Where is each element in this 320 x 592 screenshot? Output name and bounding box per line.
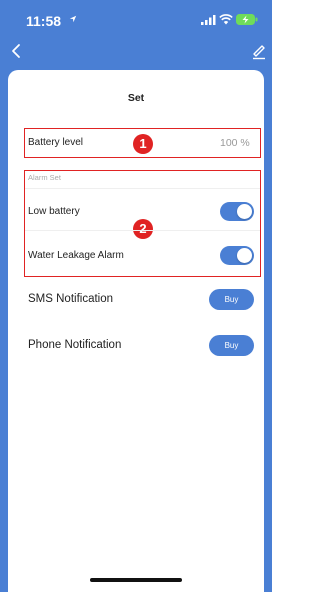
location-arrow-icon — [69, 15, 77, 23]
signal-icon — [201, 15, 216, 25]
sms-notification-label: SMS Notification — [28, 293, 114, 305]
phone-buy-button[interactable]: Buy — [209, 335, 254, 356]
battery-level-value: 100 % — [220, 137, 250, 149]
status-bar: 11:58 — [0, 0, 272, 38]
edit-pencil-icon[interactable] — [251, 42, 267, 60]
low-battery-toggle[interactable] — [220, 202, 254, 221]
divider — [25, 188, 260, 189]
toggle-knob — [237, 248, 252, 263]
toggle-knob — [237, 204, 252, 219]
alarm-set-section-label: Alarm Set — [28, 173, 61, 182]
back-chevron-icon[interactable] — [8, 41, 26, 61]
wifi-icon — [219, 14, 233, 25]
battery-charging-icon — [236, 14, 258, 25]
water-leakage-alarm-label: Water Leakage Alarm — [28, 250, 124, 261]
marker-badge-2: 2 — [133, 219, 153, 239]
low-battery-label: Low battery — [28, 206, 80, 217]
phone-notification-label: Phone Notification — [28, 339, 122, 351]
marker-badge-1: 1 — [133, 134, 153, 154]
page-title: Set — [127, 92, 145, 104]
status-time: 11:58 — [26, 13, 62, 29]
water-leakage-alarm-toggle[interactable] — [220, 246, 254, 265]
screen: 11:58 Set Battery level 100 % 1 Alarm Se… — [0, 0, 272, 592]
divider — [25, 230, 260, 231]
home-indicator — [90, 578, 182, 582]
battery-level-label: Battery level — [28, 137, 84, 148]
nav-bar — [0, 38, 272, 66]
settings-card: Set Battery level 100 % 1 Alarm Set Low … — [8, 70, 264, 592]
sms-buy-button[interactable]: Buy — [209, 289, 254, 310]
